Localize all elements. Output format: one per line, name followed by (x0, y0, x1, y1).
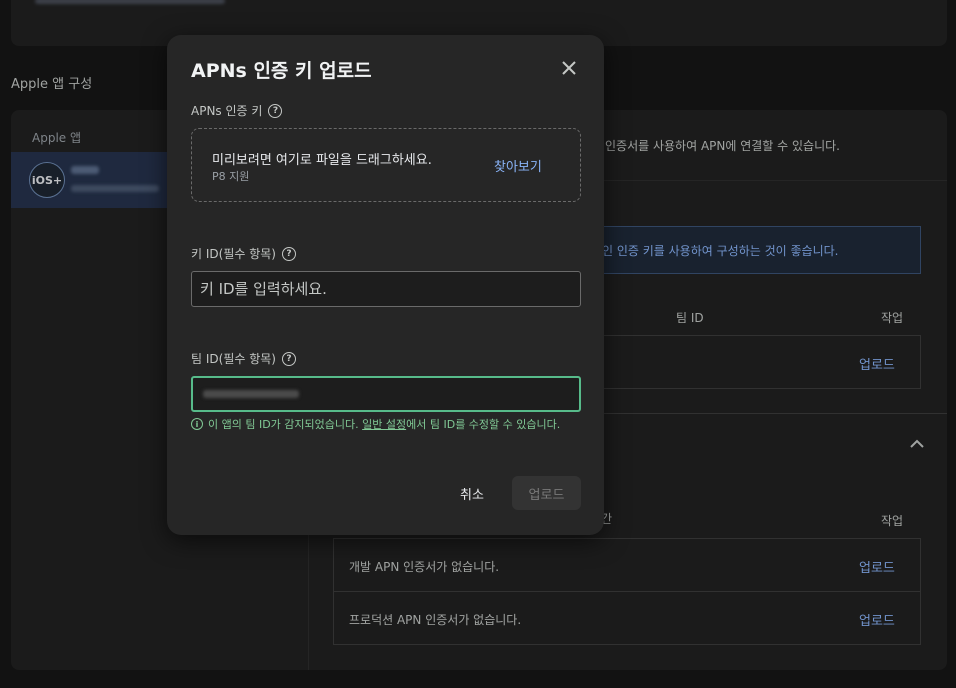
browse-button[interactable]: 찾아보기 (494, 156, 542, 175)
help-icon[interactable]: ? (281, 246, 296, 261)
team-id-hint: i 이 앱의 팀 ID가 감지되었습니다. 일반 설정에서 팀 ID를 수정할 … (191, 416, 560, 432)
help-icon[interactable]: ? (281, 351, 296, 366)
hint-suffix: 에서 팀 ID를 수정할 수 있습니다. (406, 418, 561, 431)
upload-apns-key-dialog: APNs 인증 키 업로드 APNs 인증 키 ? 미리보려면 여기로 파일을 … (167, 35, 604, 535)
key-id-label-text: 키 ID(필수 항목) (191, 247, 276, 261)
dropzone-instruction: 미리보려면 여기로 파일을 드래그하세요. (212, 153, 432, 168)
apns-key-label: APNs 인증 키 ? (191, 102, 283, 119)
general-settings-link[interactable]: 일반 설정 (362, 418, 406, 431)
close-icon[interactable] (557, 56, 581, 80)
key-id-input[interactable] (191, 271, 581, 307)
team-id-label: 팀 ID(필수 항목) ? (191, 350, 296, 367)
redacted-team-id (203, 390, 299, 398)
file-dropzone[interactable]: 미리보려면 여기로 파일을 드래그하세요. P8 지원 찾아보기 (191, 128, 581, 202)
dropzone-format-hint: P8 지원 (212, 170, 250, 183)
key-id-label: 키 ID(필수 항목) ? (191, 245, 296, 262)
info-icon: i (191, 418, 203, 430)
dialog-title: APNs 인증 키 업로드 (191, 60, 372, 82)
team-id-input[interactable] (191, 376, 581, 412)
cancel-button[interactable]: 취소 (452, 476, 492, 510)
team-id-label-text: 팀 ID(필수 항목) (191, 352, 276, 366)
upload-button[interactable]: 업로드 (512, 476, 581, 510)
apns-key-label-text: APNs 인증 키 (191, 104, 263, 118)
help-icon[interactable]: ? (268, 103, 283, 118)
hint-prefix: 이 앱의 팀 ID가 감지되었습니다. (208, 418, 359, 431)
